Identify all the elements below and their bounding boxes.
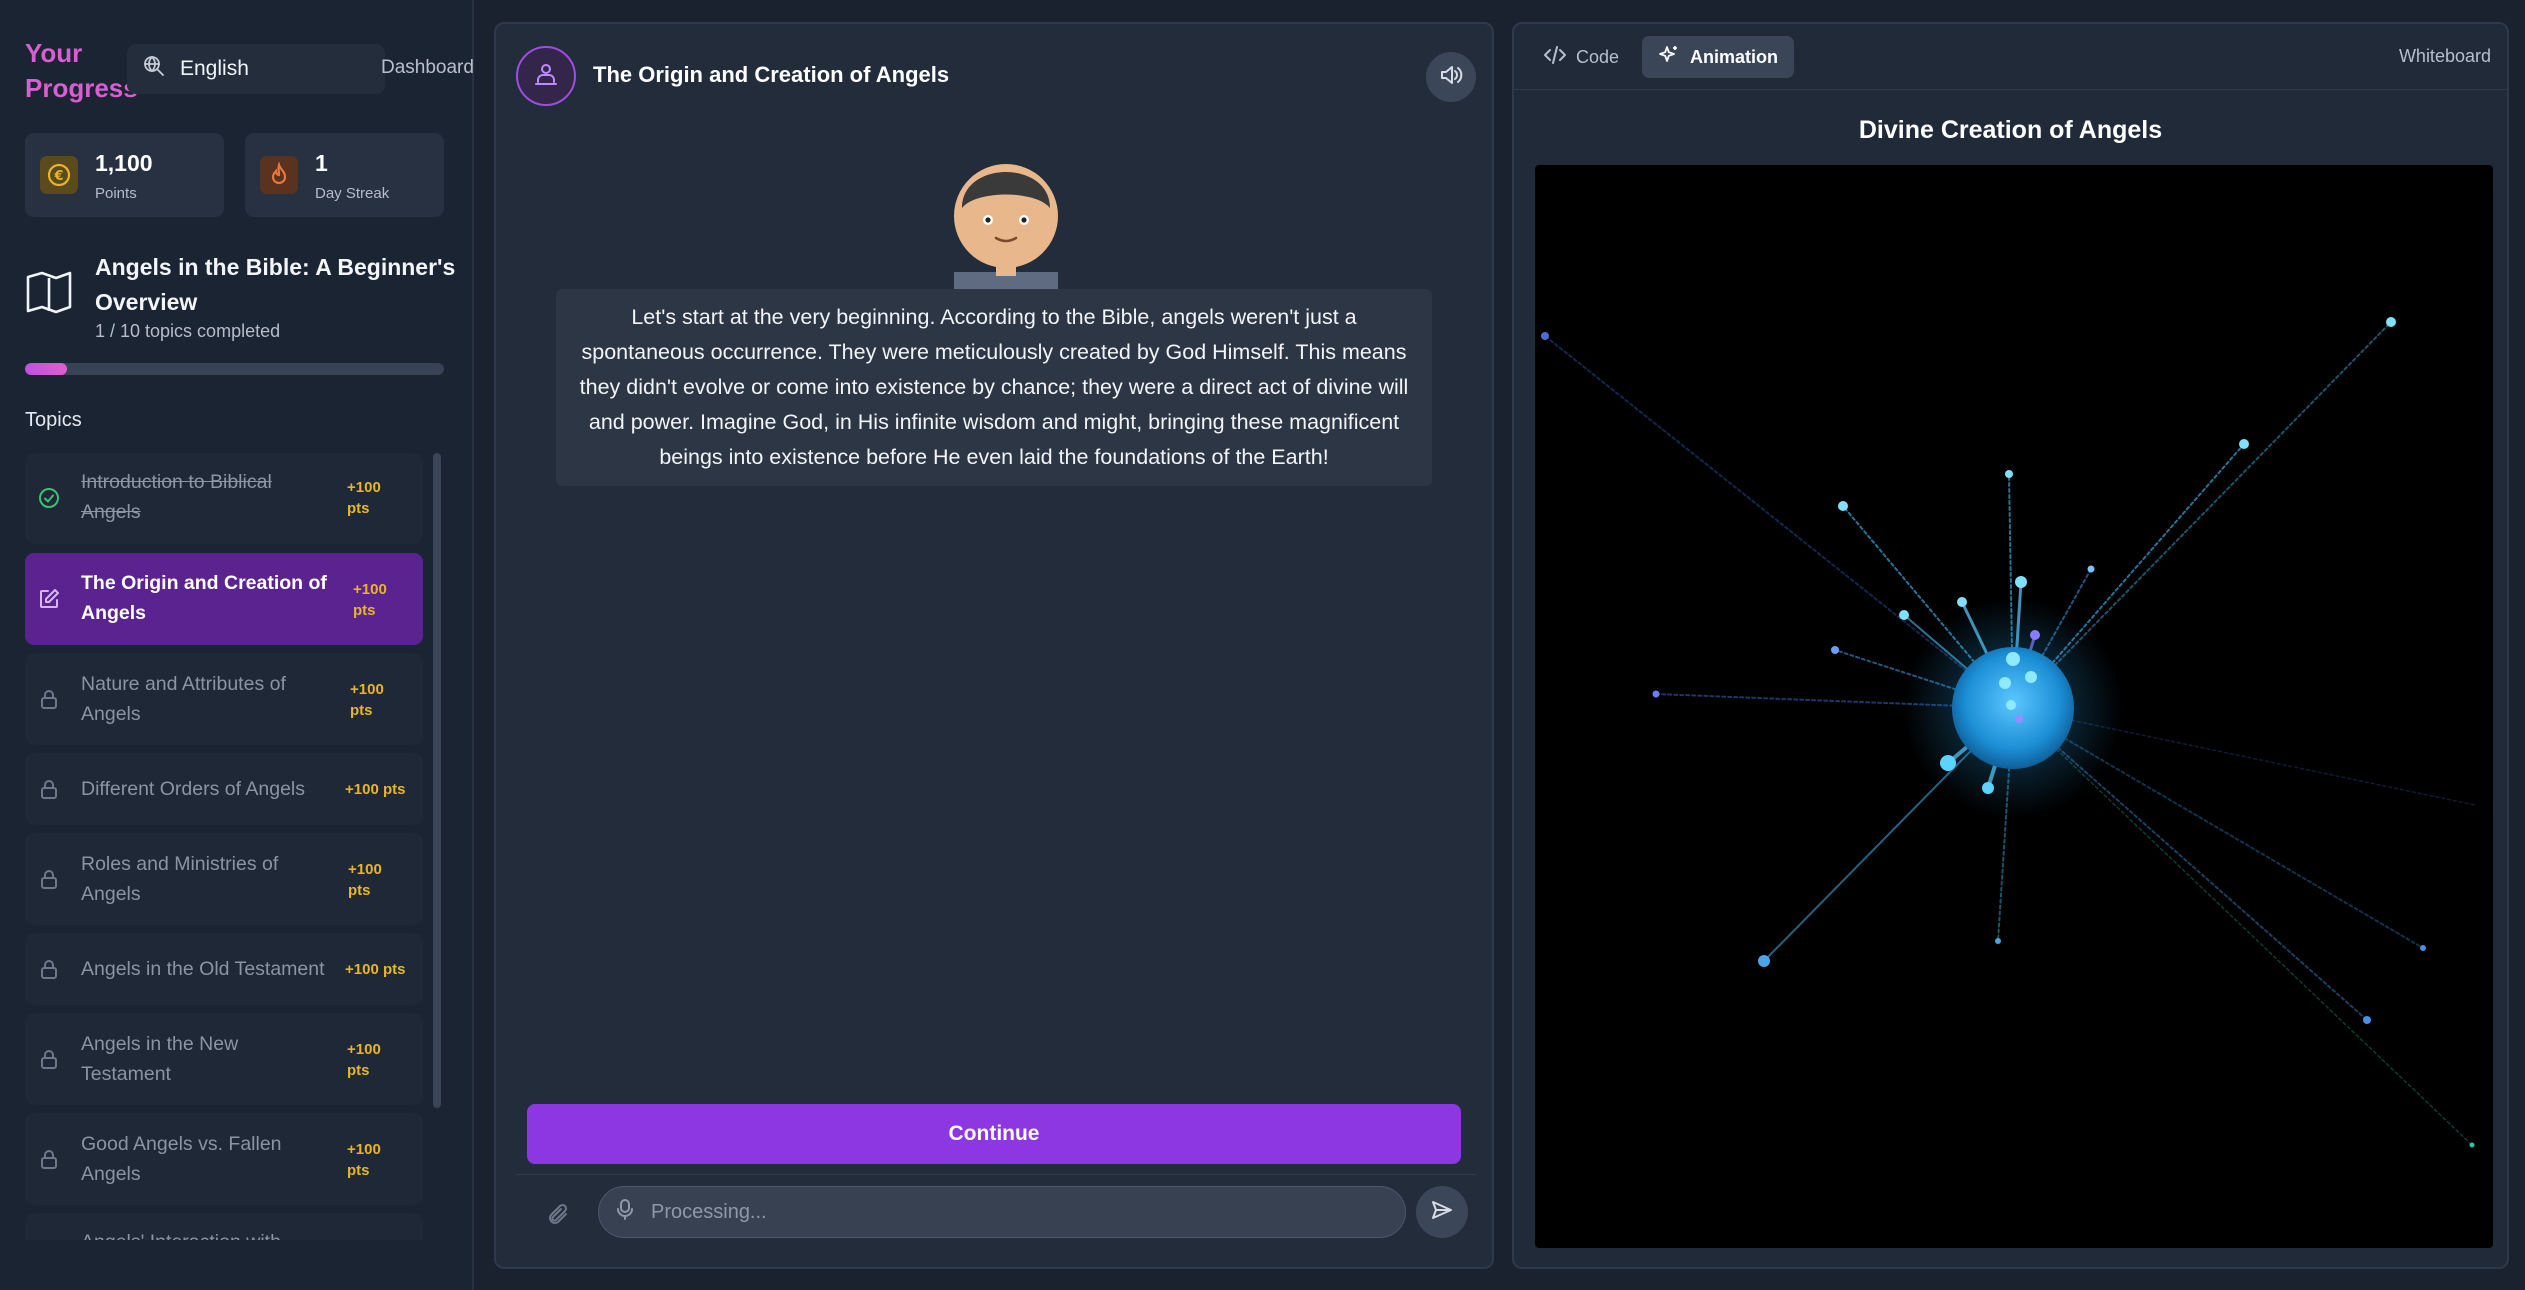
microphone-icon[interactable] <box>615 1198 635 1226</box>
coin-icon: € <box>40 156 78 194</box>
progress-title: Your Progress <box>25 38 138 103</box>
send-icon <box>1430 1198 1454 1227</box>
topic-label: Different Orders of Angels <box>81 778 306 800</box>
topic-item[interactable]: Different Orders of Angels +100 pts <box>25 753 423 825</box>
topic-item[interactable]: Good Angels vs. Fallen Angels +100 pts <box>25 1113 423 1205</box>
message-input[interactable] <box>651 1200 1351 1224</box>
animation-title: Divine Creation of Angels <box>1858 116 2163 144</box>
topic-points: +100 pts <box>347 1041 381 1079</box>
teacher-icon <box>532 60 560 93</box>
tab-label: Animation <box>1690 46 1778 67</box>
topic-label: Angels in the Old Testament <box>81 958 325 980</box>
send-button[interactable] <box>1416 1186 1468 1238</box>
streak-label: Day Streak <box>315 185 390 202</box>
dashboard-link[interactable]: Dashboard <box>381 57 474 79</box>
topic-label: Nature and Attributes of Angels <box>81 673 286 725</box>
lock-icon <box>37 777 61 806</box>
topic-item[interactable]: Angels in the New Testament +100 pts <box>25 1013 423 1105</box>
audio-button[interactable] <box>1426 52 1476 102</box>
lock-icon <box>37 867 61 896</box>
tab-code[interactable]: Code <box>1528 36 1635 78</box>
topic-item[interactable]: Roles and Ministries of Angels +100 pts <box>25 833 423 925</box>
sidebar-header: Your Progress English Dashboard <box>25 36 475 106</box>
flame-icon <box>260 156 298 194</box>
course-progress-bar <box>25 363 444 375</box>
tab-label: Code <box>1576 46 1620 67</box>
continue-button[interactable]: Continue <box>527 1104 1461 1164</box>
book-icon <box>25 270 73 319</box>
streak-value: 1 <box>315 150 328 176</box>
topic-label: Introduction to Biblical Angels <box>81 471 272 523</box>
topics-list: Introduction to Biblical Angels +100 pts… <box>25 453 425 1240</box>
language-icon <box>142 54 166 84</box>
topic-points: +100 pts <box>347 479 381 517</box>
streak-card: 1 Day Streak <box>245 133 444 217</box>
chat-panel: The Origin and Creation of Angels Let's … <box>494 22 1494 1269</box>
animation-canvas[interactable] <box>1535 165 2493 1248</box>
topic-item[interactable]: Nature and Attributes of Angels +100 pts <box>25 653 423 745</box>
course-header: Angels in the Bible: A Beginner's Overvi… <box>25 248 455 348</box>
panel-tabs: Code Animation Whiteboard <box>1514 24 2507 90</box>
tutor-message: Let's start at the very beginning. Accor… <box>556 289 1432 486</box>
topic-label: Good Angels vs. Fallen Angels <box>81 1133 282 1185</box>
language-label: English <box>180 57 249 80</box>
check-circle-icon <box>37 486 61 515</box>
svg-text:€: € <box>53 169 63 184</box>
edit-icon <box>37 587 61 616</box>
sparkle-icon <box>1658 44 1680 71</box>
tab-whiteboard[interactable]: Whiteboard <box>2399 46 2491 67</box>
topic-points: +100 pts <box>350 681 384 719</box>
points-label: Points <box>95 185 137 202</box>
lock-icon <box>37 1147 61 1176</box>
topic-label: Angels' Interaction with <box>81 1227 351 1240</box>
sidebar: Your Progress English Dashboard € 1,100 … <box>0 0 474 1290</box>
topic-item[interactable]: Introduction to Biblical Angels +100 pts <box>25 453 423 544</box>
course-title: Angels in the Bible: A Beginner's Overvi… <box>95 254 456 315</box>
lock-icon <box>37 1047 61 1076</box>
topic-item[interactable]: Angels' Interaction with <box>25 1213 423 1240</box>
topic-points: +100 pts <box>353 581 387 619</box>
points-value: 1,100 <box>95 150 153 176</box>
course-progress-text: 1 / 10 topics completed <box>95 321 281 341</box>
lesson-title: The Origin and Creation of Angels <box>593 62 950 87</box>
lock-icon <box>37 687 61 716</box>
chat-header: The Origin and Creation of Angels <box>516 46 1476 106</box>
topic-points: +100 pts <box>348 861 382 899</box>
tutor-avatar <box>516 46 576 106</box>
course-progress-fill <box>25 363 67 375</box>
visual-panel: Code Animation Whiteboard Divine Creatio… <box>1512 22 2509 1269</box>
message-input-wrapper[interactable] <box>598 1186 1406 1238</box>
tab-animation[interactable]: Animation <box>1642 36 1794 78</box>
topic-item-active[interactable]: The Origin and Creation of Angels +100 p… <box>25 553 423 645</box>
topic-label: Angels in the New Testament <box>81 1033 239 1085</box>
topics-heading: Topics <box>25 409 82 431</box>
topic-label: Roles and Ministries of Angels <box>81 853 279 905</box>
topics-scrollbar[interactable] <box>433 453 441 1108</box>
divider <box>516 1174 1476 1175</box>
topic-points: +100 pts <box>345 961 406 978</box>
speaker-icon <box>1438 62 1464 93</box>
lock-icon <box>37 957 61 986</box>
topic-item[interactable]: Angels in the Old Testament +100 pts <box>25 933 423 1005</box>
topic-label: The Origin and Creation of Angels <box>81 572 327 624</box>
points-card: € 1,100 Points <box>25 133 224 217</box>
topic-points: +100 pts <box>347 1141 381 1179</box>
paperclip-icon[interactable] <box>546 1202 572 1233</box>
code-icon <box>1544 45 1566 70</box>
topic-points: +100 pts <box>345 781 406 798</box>
language-selector[interactable]: English <box>127 44 385 94</box>
